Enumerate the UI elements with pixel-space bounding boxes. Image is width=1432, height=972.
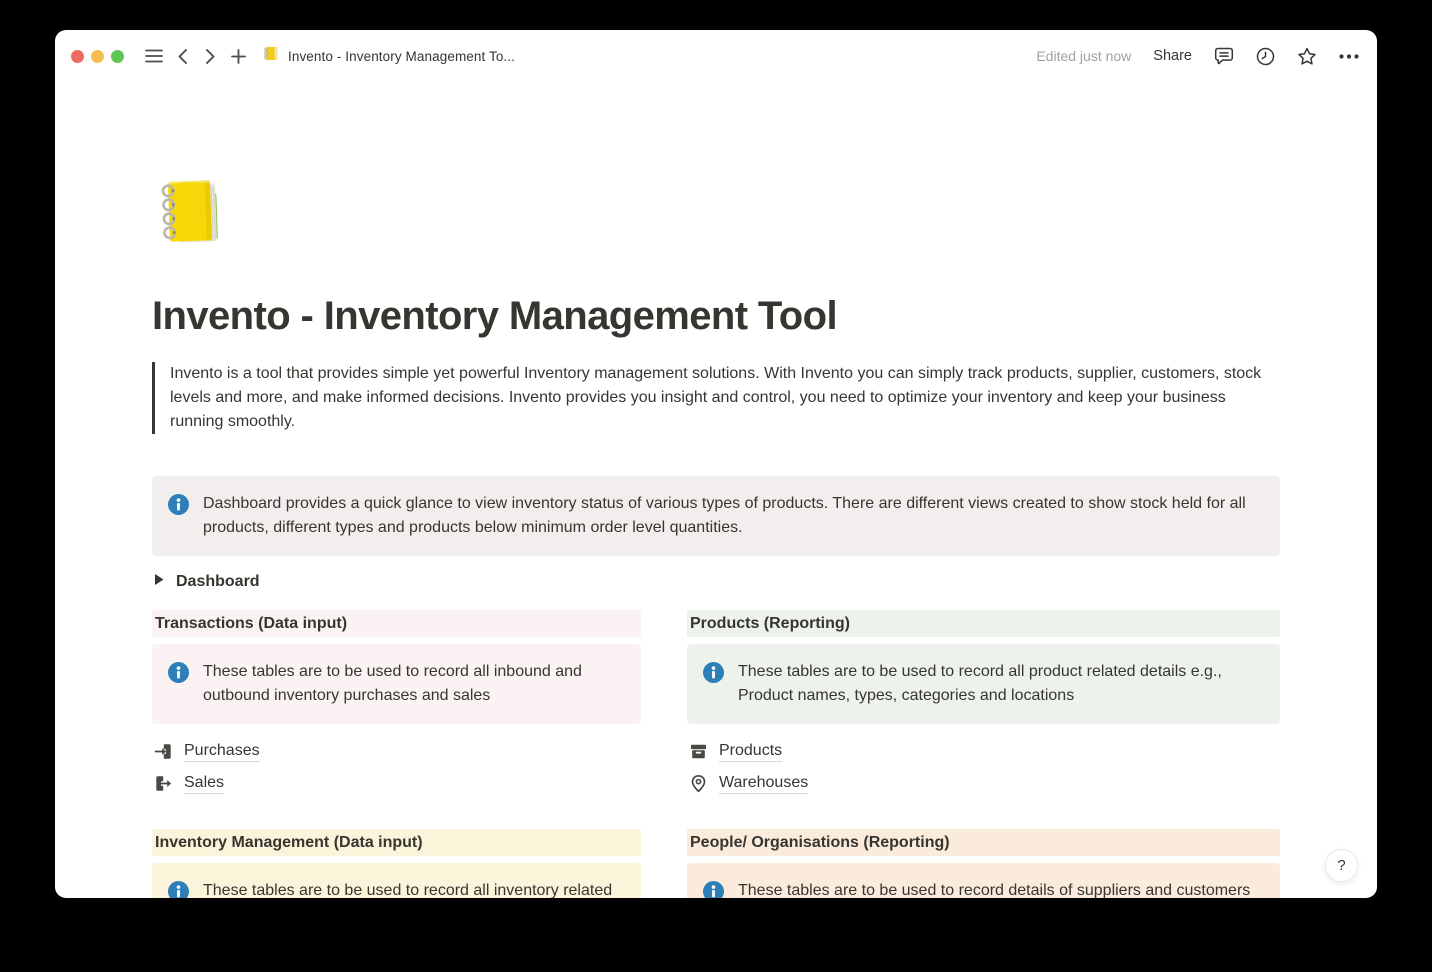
star-icon: [1297, 47, 1317, 66]
hamburger-menu-icon: [145, 49, 163, 63]
info-icon: [703, 881, 724, 898]
heading-people-organisations: People/ Organisations (Reporting): [687, 829, 1280, 856]
link-label: Products: [719, 740, 782, 762]
desktop-background: { "colors": { "accent_pink": "#fbf2f3", …: [0, 0, 1432, 972]
inventory-callout-text: These tables are to be used to record al…: [203, 879, 625, 898]
column-left: Transactions (Data input) These tables a…: [152, 610, 641, 898]
ellipsis-icon: [1339, 54, 1359, 59]
section-columns: Transactions (Data input) These tables a…: [152, 610, 1280, 898]
chevron-left-icon: [178, 49, 187, 64]
dashboard-toggle[interactable]: Dashboard: [152, 569, 1280, 595]
tab-title: Invento - Inventory Management To...: [288, 49, 515, 64]
link-warehouses[interactable]: Warehouses: [687, 767, 1280, 799]
heading-transactions: Transactions (Data input): [152, 610, 641, 637]
inventory-callout: These tables are to be used to record al…: [152, 863, 641, 898]
zoom-window-button[interactable]: [111, 50, 124, 63]
transactions-callout-text: These tables are to be used to record al…: [203, 660, 625, 708]
link-label: Sales: [184, 772, 224, 794]
door-out-icon: [154, 774, 173, 793]
more-options-button[interactable]: [1339, 54, 1359, 59]
close-window-button[interactable]: [71, 50, 84, 63]
link-products[interactable]: Products: [687, 735, 1280, 767]
products-callout: These tables are to be used to record al…: [687, 644, 1280, 724]
page-icon-notebook[interactable]: [152, 172, 232, 252]
favorite-button[interactable]: [1297, 47, 1317, 66]
traffic-lights: [71, 50, 124, 63]
products-links: Products Warehouses: [687, 735, 1280, 799]
chevron-right-icon: [206, 49, 215, 64]
comments-button[interactable]: [1214, 47, 1234, 66]
info-icon: [703, 662, 724, 708]
minimize-window-button[interactable]: [91, 50, 104, 63]
heading-products: Products (Reporting): [687, 610, 1280, 637]
transactions-callout: These tables are to be used to record al…: [152, 644, 641, 724]
pin-icon: [689, 774, 708, 793]
transactions-links: Purchases Sales: [152, 735, 641, 799]
door-in-icon: [154, 742, 173, 761]
plus-icon: [231, 49, 246, 64]
info-icon: [168, 881, 189, 898]
forward-button[interactable]: [196, 42, 224, 70]
help-button[interactable]: ?: [1325, 849, 1358, 882]
dashboard-toggle-label: Dashboard: [176, 573, 260, 591]
intro-quote: Invento is a tool that provides simple y…: [152, 362, 1262, 434]
history-button[interactable]: [1256, 47, 1275, 66]
info-icon: [168, 494, 189, 540]
active-tab[interactable]: Invento - Inventory Management To...: [262, 45, 515, 67]
page-content: Invento - Inventory Management Tool Inve…: [55, 172, 1377, 898]
back-button[interactable]: [168, 42, 196, 70]
toggle-triangle-icon: [154, 573, 164, 591]
clock-icon: [1256, 47, 1275, 66]
edited-status: Edited just now: [1036, 48, 1131, 64]
column-right: Products (Reporting) These tables are to…: [687, 610, 1280, 898]
link-label: Purchases: [184, 740, 260, 762]
app-window: Invento - Inventory Management To... Edi…: [55, 30, 1377, 898]
comment-icon: [1214, 47, 1234, 66]
ledger-notebook-icon: [152, 172, 232, 252]
link-label: Warehouses: [719, 772, 808, 794]
toolbar-actions: Edited just now Share: [1036, 47, 1359, 66]
heading-inventory-management: Inventory Management (Data input): [152, 829, 641, 856]
people-callout: These tables are to be used to record de…: [687, 863, 1280, 898]
dashboard-callout-text: Dashboard provides a quick glance to vie…: [203, 492, 1264, 540]
new-tab-button[interactable]: [224, 42, 252, 70]
people-callout-text: These tables are to be used to record de…: [738, 879, 1250, 898]
products-callout-text: These tables are to be used to record al…: [738, 660, 1264, 708]
box-icon: [689, 742, 708, 761]
notebook-icon: [262, 45, 279, 67]
sidebar-menu-button[interactable]: [140, 42, 168, 70]
page-title: Invento - Inventory Management Tool: [152, 294, 1280, 338]
link-purchases[interactable]: Purchases: [152, 735, 641, 767]
dashboard-callout: Dashboard provides a quick glance to vie…: [152, 476, 1280, 556]
link-sales[interactable]: Sales: [152, 767, 641, 799]
share-button[interactable]: Share: [1153, 48, 1192, 64]
info-icon: [168, 662, 189, 708]
window-toolbar: Invento - Inventory Management To... Edi…: [55, 30, 1377, 82]
